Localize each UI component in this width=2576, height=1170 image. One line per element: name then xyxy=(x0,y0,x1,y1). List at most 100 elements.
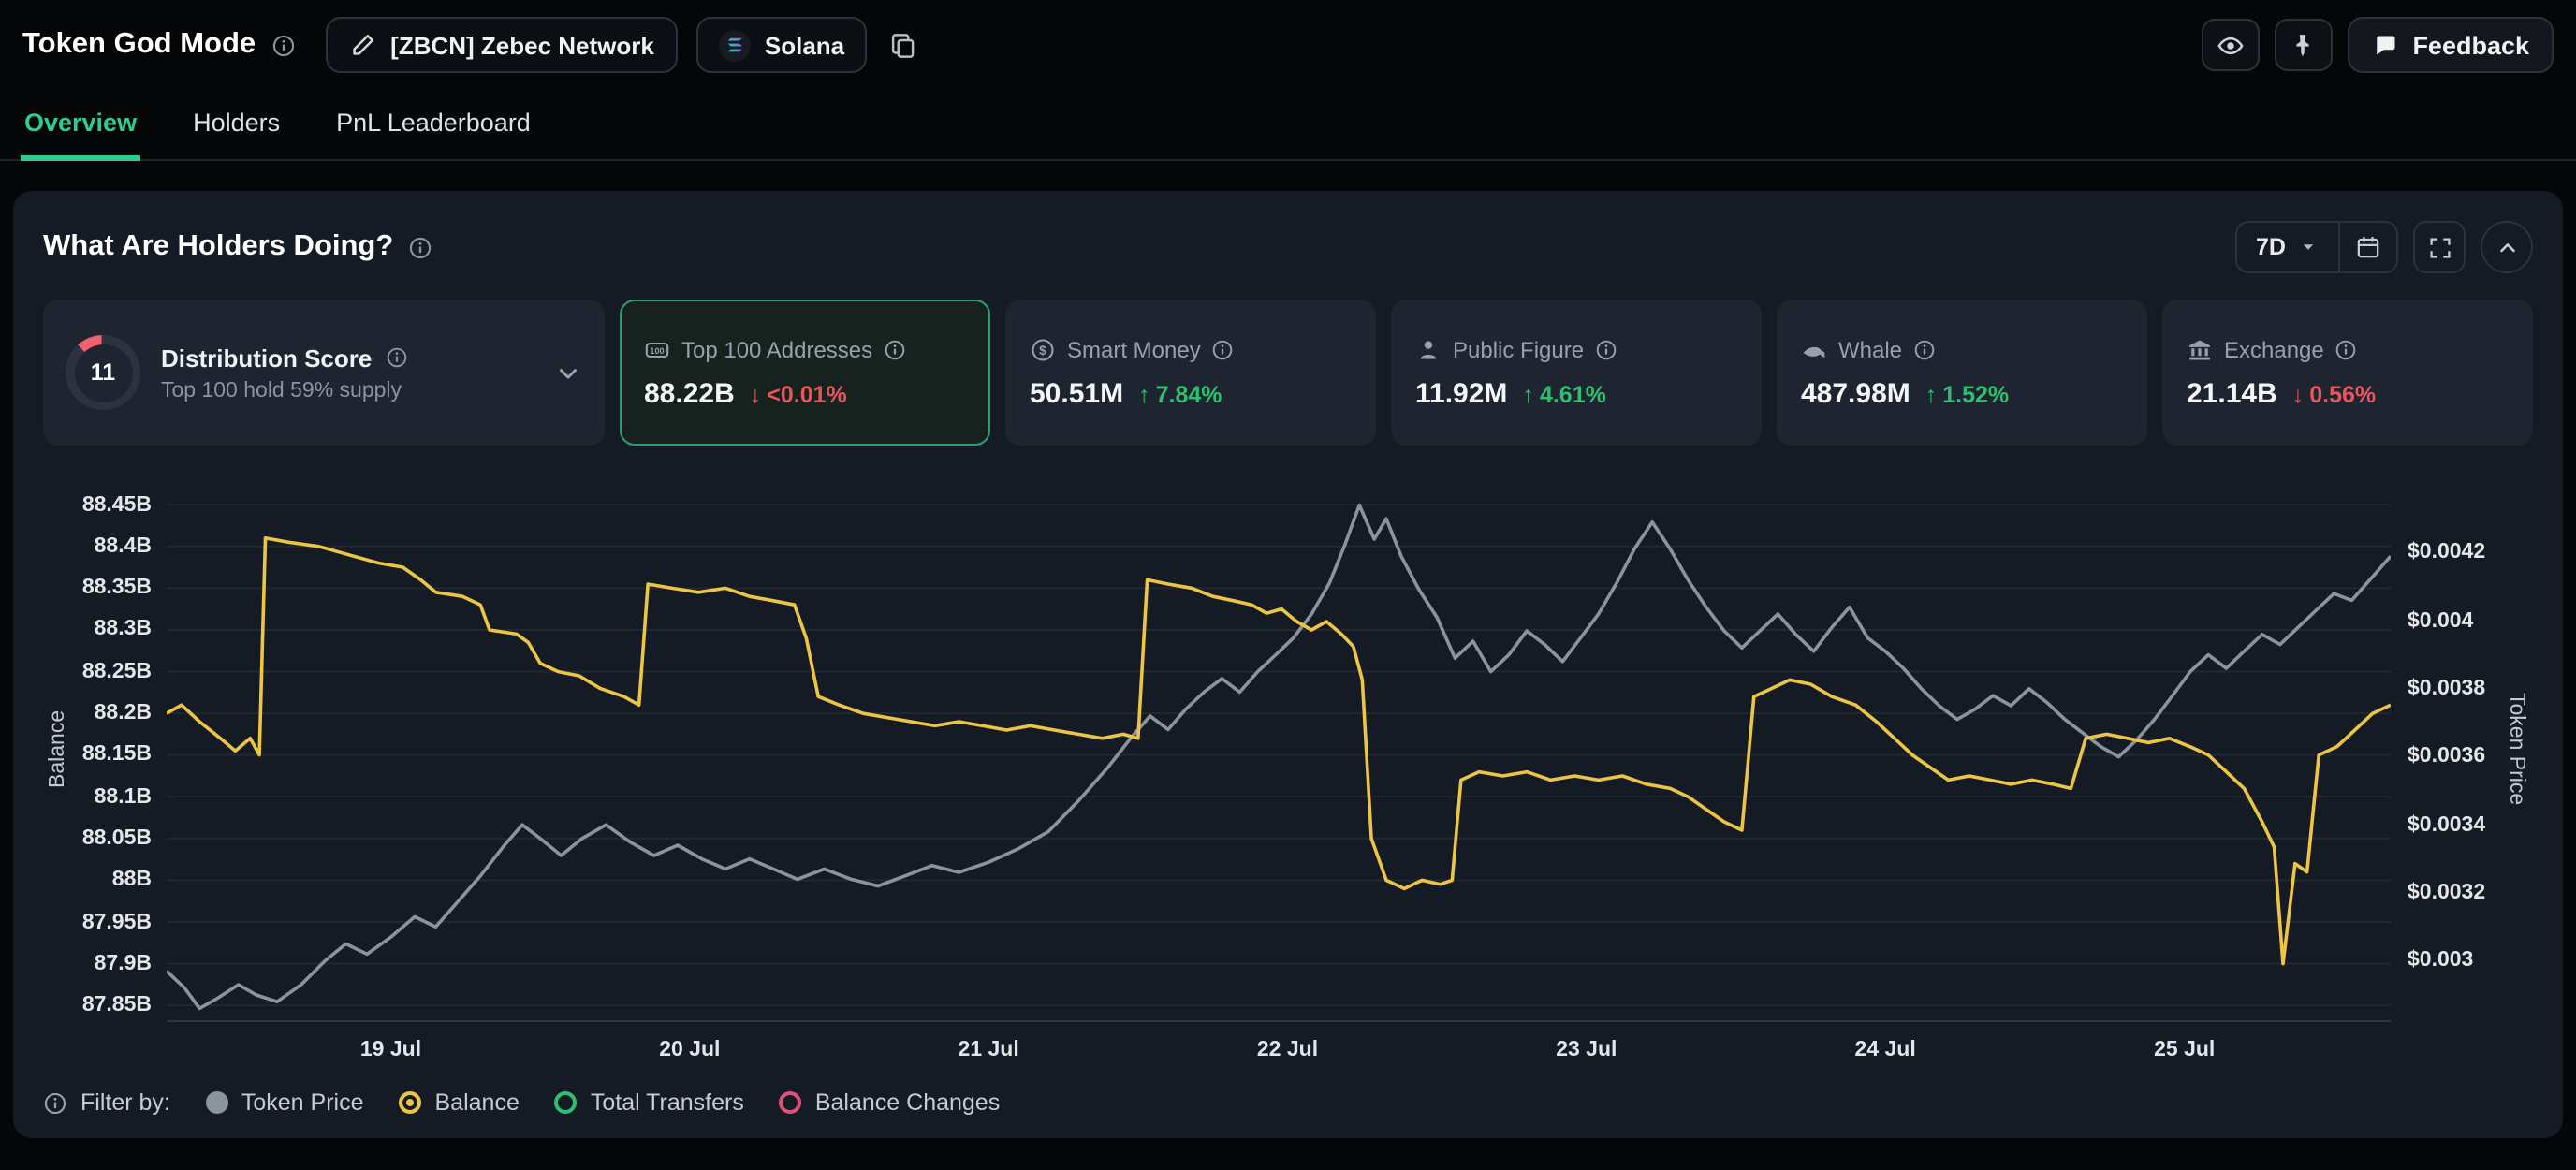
feedback-button[interactable]: Feedback xyxy=(2347,17,2554,73)
chevron-down-icon[interactable] xyxy=(554,358,582,387)
info-icon[interactable] xyxy=(2335,338,2358,360)
legend-marker xyxy=(400,1091,422,1114)
range-dropdown[interactable]: 7D xyxy=(2237,223,2338,271)
public-figure-icon xyxy=(1415,336,1442,362)
info-icon[interactable] xyxy=(1913,338,1936,360)
info-icon[interactable] xyxy=(408,235,432,259)
metric-label: Exchange xyxy=(2224,336,2324,362)
y-axis-left-tick: 88.4B xyxy=(95,535,152,558)
legend-item[interactable]: Token Price xyxy=(206,1090,364,1116)
edit-icon xyxy=(349,32,375,58)
panel-title: What Are Holders Doing? xyxy=(43,230,393,264)
pin-button[interactable] xyxy=(2274,19,2332,71)
fullscreen-button[interactable] xyxy=(2413,221,2466,273)
metric-card[interactable]: Top 100 Addresses 88.22B ↓<0.01% xyxy=(620,300,990,446)
legend-label: Balance xyxy=(435,1090,520,1116)
x-axis-tick: 22 Jul xyxy=(1257,1039,1318,1061)
distribution-score-card[interactable]: 11 Distribution Score Top 100 hold 59% s… xyxy=(43,300,605,446)
y-axis-left-labels: 88.45B88.4B88.35B88.3B88.25B88.2B88.15B8… xyxy=(73,475,167,1022)
x-axis-tick: 23 Jul xyxy=(1556,1039,1617,1061)
y-axis-left-tick: 88B xyxy=(112,869,152,891)
holder-metric-cards: 11 Distribution Score Top 100 hold 59% s… xyxy=(43,300,2533,446)
chevron-up-icon xyxy=(2495,235,2519,259)
y-axis-left-tick: 87.85B xyxy=(82,994,152,1016)
info-icon[interactable] xyxy=(1212,338,1235,360)
tab-holders[interactable]: Holders xyxy=(189,90,284,161)
holders-activity-panel: What Are Holders Doing? 7D xyxy=(13,191,2563,1138)
y-axis-left-tick: 87.95B xyxy=(82,911,152,933)
holders-chart: Balance 88.45B88.4B88.35B88.3B88.25B88.2… xyxy=(43,475,2533,1071)
metric-change: ↓<0.01% xyxy=(750,381,847,407)
distribution-score-value: 11 xyxy=(74,344,132,402)
info-icon[interactable] xyxy=(271,33,295,57)
smart-money-icon xyxy=(1030,336,1056,362)
y-axis-left-tick: 88.05B xyxy=(82,827,152,850)
metric-label: Whale xyxy=(1838,336,1902,362)
distribution-gauge: 11 xyxy=(66,335,140,410)
token-price-line xyxy=(167,505,2391,1009)
info-icon[interactable] xyxy=(1595,338,1617,360)
legend-item[interactable]: Total Transfers xyxy=(555,1090,744,1116)
solana-icon xyxy=(720,29,752,61)
token-selector[interactable]: [ZBCN] Zebec Network xyxy=(325,17,679,73)
metric-change: ↑1.52% xyxy=(1925,381,2009,407)
expand-icon xyxy=(2427,235,2452,259)
tab-label: PnL Leaderboard xyxy=(336,109,531,137)
chart-filter-legend: Filter by: Token Price Balance Total Tra… xyxy=(43,1086,2533,1119)
token-selector-label: [ZBCN] Zebec Network xyxy=(390,31,654,59)
distribution-score-title: Distribution Score xyxy=(161,344,372,372)
chart-plot-area[interactable] xyxy=(167,475,2391,1022)
tab-pnl-leaderboard[interactable]: PnL Leaderboard xyxy=(332,90,534,161)
x-axis-tick: 25 Jul xyxy=(2154,1039,2215,1061)
top-bar: Token God Mode [ZBCN] Zebec Network Sola… xyxy=(0,0,2576,90)
metric-label: Top 100 Addresses xyxy=(681,336,872,362)
y-axis-left-tick: 88.15B xyxy=(82,744,152,767)
metric-card[interactable]: Exchange 21.14B ↓0.56% xyxy=(2162,300,2533,446)
distribution-score-subtitle: Top 100 hold 59% supply xyxy=(161,379,534,402)
metric-value: 21.14B xyxy=(2187,377,2277,409)
metric-value: 50.51M xyxy=(1030,377,1123,409)
x-axis-labels: 19 Jul20 Jul21 Jul22 Jul23 Jul24 Jul25 J… xyxy=(167,1022,2391,1071)
token-god-mode-app: Token God Mode [ZBCN] Zebec Network Sola… xyxy=(0,0,2576,1170)
y-axis-right-tick: $0.0034 xyxy=(2408,813,2485,836)
filter-by-label: Filter by: xyxy=(80,1090,170,1116)
y-axis-left-tick: 88.45B xyxy=(82,493,152,516)
tab-label: Holders xyxy=(193,109,280,137)
legend-item[interactable]: Balance xyxy=(400,1090,520,1116)
x-axis-tick: 21 Jul xyxy=(959,1039,1019,1061)
info-icon[interactable] xyxy=(884,338,906,360)
metric-card[interactable]: Smart Money 50.51M ↑7.84% xyxy=(1005,300,1376,446)
info-icon[interactable] xyxy=(43,1090,67,1115)
metric-value: 11.92M xyxy=(1415,377,1507,409)
y-axis-right-tick: $0.0032 xyxy=(2408,882,2485,904)
metric-change: ↑4.61% xyxy=(1522,381,1605,407)
legend-label: Balance Changes xyxy=(815,1090,1000,1116)
range-control-group: 7D xyxy=(2235,221,2398,273)
tab-bar: Overview Holders PnL Leaderboard xyxy=(0,90,2576,161)
calendar-button[interactable] xyxy=(2338,223,2396,271)
tab-overview[interactable]: Overview xyxy=(21,90,140,161)
metric-change: ↑7.84% xyxy=(1138,381,1222,407)
metric-label: Smart Money xyxy=(1067,336,1201,362)
y-axis-right-labels: $0.0042$0.004$0.0038$0.0036$0.0034$0.003… xyxy=(2391,475,2499,1022)
x-axis-tick: 24 Jul xyxy=(1855,1039,1916,1061)
exchange-icon xyxy=(2187,336,2213,362)
collapse-button[interactable] xyxy=(2481,221,2533,273)
metric-card[interactable]: Whale 487.98M ↑1.52% xyxy=(1777,300,2147,446)
pin-icon xyxy=(2290,32,2316,58)
tab-label: Overview xyxy=(24,109,137,137)
range-value: 7D xyxy=(2256,234,2286,260)
chain-selector[interactable]: Solana xyxy=(697,17,867,73)
page-title: Token God Mode xyxy=(22,28,256,62)
y-axis-right-tick: $0.0038 xyxy=(2408,678,2485,700)
watch-button[interactable] xyxy=(2201,19,2259,71)
metric-label: Public Figure xyxy=(1453,336,1584,362)
metric-card[interactable]: Public Figure 11.92M ↑4.61% xyxy=(1391,300,1762,446)
legend-item[interactable]: Balance Changes xyxy=(780,1090,1000,1116)
y-axis-left-tick: 88.2B xyxy=(95,702,152,724)
y-axis-left-tick: 88.3B xyxy=(95,619,152,641)
info-icon[interactable] xyxy=(385,346,407,369)
calendar-icon xyxy=(2355,234,2381,260)
chart-canvas xyxy=(167,475,2391,1022)
copy-icon[interactable] xyxy=(889,31,917,59)
